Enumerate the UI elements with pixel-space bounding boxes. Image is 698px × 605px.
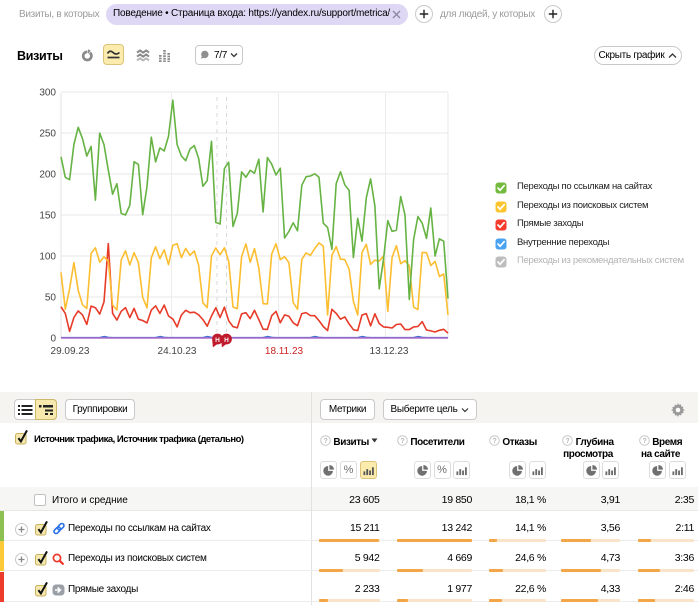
svg-text:29.09.23: 29.09.23	[51, 346, 90, 357]
svg-text:?: ?	[642, 438, 646, 445]
svg-text:13.12.23: 13.12.23	[370, 346, 409, 357]
svg-text:?: ?	[324, 438, 328, 445]
svg-text:250: 250	[39, 129, 56, 140]
svg-text:?: ?	[493, 438, 497, 445]
svg-text:H: H	[215, 337, 220, 344]
svg-text:0: 0	[50, 334, 56, 345]
svg-text:150: 150	[39, 211, 56, 222]
svg-text:300: 300	[39, 88, 56, 99]
svg-text:50: 50	[45, 293, 57, 304]
svg-text:24.10.23: 24.10.23	[158, 346, 197, 357]
svg-text:?: ?	[401, 438, 405, 445]
svg-text:100: 100	[39, 252, 56, 263]
svg-text:H: H	[224, 337, 229, 344]
svg-text:?: ?	[566, 438, 570, 445]
svg-text:18.11.23: 18.11.23	[265, 346, 304, 357]
svg-text:200: 200	[39, 170, 56, 181]
